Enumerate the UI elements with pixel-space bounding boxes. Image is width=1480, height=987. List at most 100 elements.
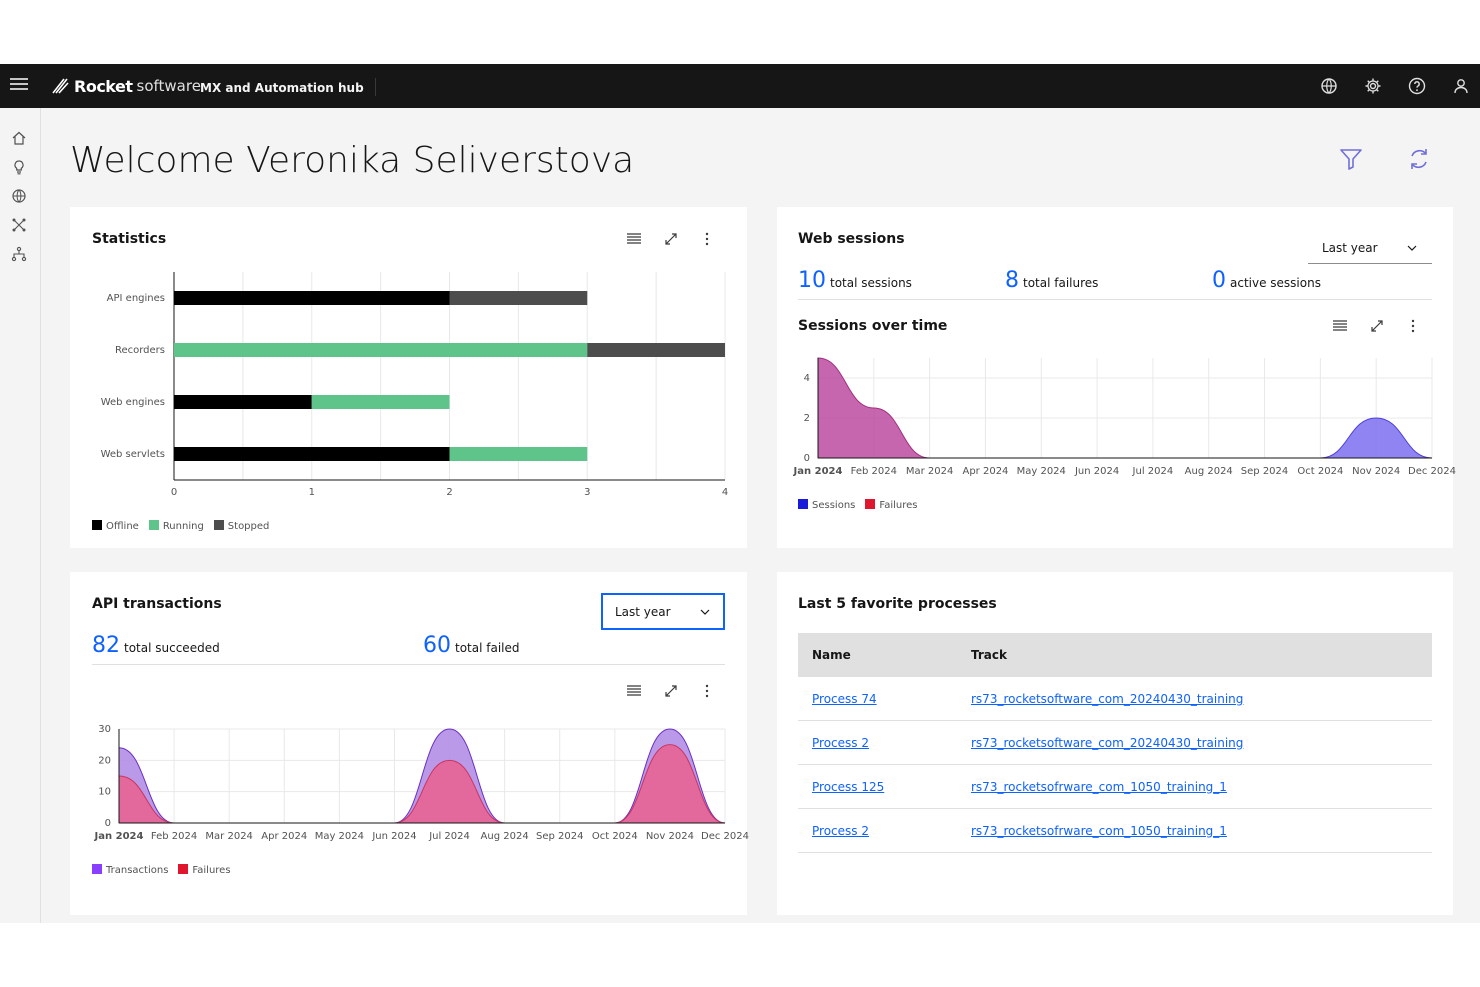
- header-divider: [375, 78, 376, 96]
- legend-swatch: [865, 499, 876, 509]
- x-tick-label: Jan 2024: [94, 831, 144, 842]
- table-view-icon[interactable]: [626, 231, 642, 247]
- table-row: Process 2 rs73_rocketsoftware_com_202404…: [798, 720, 1432, 765]
- stat-label: total sessions: [830, 276, 912, 290]
- bar-segment: [174, 291, 450, 305]
- stat-label: total failed: [455, 641, 520, 655]
- expand-icon[interactable]: [1369, 318, 1385, 334]
- stat-value: 0: [1212, 268, 1226, 293]
- user-icon[interactable]: [1452, 77, 1470, 95]
- globe-icon[interactable]: [1320, 77, 1338, 95]
- table-row: Process 2 rs73_rocketsofrware_com_1050_t…: [798, 808, 1432, 853]
- overflow-menu-icon[interactable]: [699, 231, 715, 247]
- bar-segment: [174, 395, 312, 409]
- legend-swatch: [92, 864, 102, 874]
- legend-item[interactable]: Sessions: [798, 499, 855, 511]
- overflow-menu-icon[interactable]: [699, 683, 715, 699]
- stat-value: 60: [423, 633, 451, 658]
- overflow-menu-icon[interactable]: [1405, 318, 1421, 334]
- table-view-icon[interactable]: [626, 683, 642, 699]
- expand-icon[interactable]: [663, 231, 679, 247]
- legend-label: Transactions: [106, 865, 169, 876]
- brand-name: Rocket: [74, 76, 133, 96]
- lightbulb-icon[interactable]: [11, 159, 27, 175]
- sessions-over-time-title: Sessions over time: [798, 318, 948, 334]
- legend-item[interactable]: Offline: [92, 520, 139, 532]
- filter-icon[interactable]: [1338, 146, 1364, 172]
- table-row: Process 125 rs73_rocketsofrware_com_1050…: [798, 764, 1432, 809]
- legend-label: Failures: [192, 865, 231, 876]
- column-header-track[interactable]: Track: [957, 633, 1432, 677]
- hierarchy-icon[interactable]: [11, 246, 27, 262]
- y-tick-label: Web servlets: [101, 449, 165, 460]
- x-tick-label: 1: [309, 487, 315, 498]
- x-tick-label: Mar 2024: [205, 831, 253, 842]
- y-tick-label: 0: [105, 818, 111, 829]
- help-icon[interactable]: [1408, 77, 1426, 95]
- x-tick-label: Jul 2024: [1132, 466, 1174, 477]
- y-tick-label: Web engines: [101, 397, 165, 408]
- y-tick-label: 20: [98, 755, 111, 766]
- track-link[interactable]: rs73_rocketsoftware_com_20240430_trainin…: [971, 692, 1243, 706]
- refresh-icon[interactable]: [1406, 146, 1432, 172]
- network-icon[interactable]: [11, 217, 27, 233]
- legend-item[interactable]: Failures: [178, 864, 231, 876]
- process-link[interactable]: Process 74: [812, 692, 877, 706]
- process-link[interactable]: Process 2: [812, 736, 869, 750]
- table-view-icon[interactable]: [1332, 318, 1348, 334]
- legend-item[interactable]: Running: [148, 520, 204, 532]
- y-tick-label: 0: [804, 453, 810, 464]
- web-sessions-period-dropdown[interactable]: Last year: [1308, 232, 1432, 264]
- expand-icon[interactable]: [663, 683, 679, 699]
- globe-nav-icon[interactable]: [11, 188, 27, 204]
- x-tick-label: May 2024: [1017, 466, 1066, 477]
- x-tick-label: Oct 2024: [1297, 466, 1343, 477]
- bar-segment: [587, 343, 725, 357]
- favorites-title: Last 5 favorite processes: [798, 596, 997, 612]
- x-tick-label: Apr 2024: [962, 466, 1008, 477]
- track-link[interactable]: rs73_rocketsoftware_com_20240430_trainin…: [971, 736, 1243, 750]
- bar-segment: [311, 395, 450, 409]
- sessions-legend: Sessions Failures: [798, 499, 918, 511]
- statistics-chart: 0 1 2 3 4 API engines Recorders Web engines Web …: [101, 272, 728, 498]
- api-period-dropdown[interactable]: Last year: [601, 593, 725, 630]
- legend-item[interactable]: Failures: [865, 499, 918, 511]
- column-header-name[interactable]: Name: [798, 633, 957, 677]
- legend-item[interactable]: Transactions: [92, 864, 168, 876]
- track-link[interactable]: rs73_rocketsofrware_com_1050_training_1: [971, 824, 1227, 838]
- x-tick-label: Feb 2024: [851, 466, 897, 477]
- legend-item[interactable]: Stopped: [213, 520, 270, 532]
- x-tick-label: Jun 2024: [371, 831, 416, 842]
- bar-segment: [449, 447, 588, 461]
- brand-suffix: software: [136, 77, 201, 95]
- home-icon[interactable]: [11, 130, 27, 146]
- web-sessions-title: Web sessions: [798, 231, 905, 247]
- hamburger-menu-icon[interactable]: [10, 78, 28, 94]
- brand-logo[interactable]: Rocket software: [50, 74, 201, 98]
- x-tick-label: Sep 2024: [536, 831, 583, 842]
- api-transactions-chart: Jan 2024 Feb 2024 Mar 2024 Apr 2024 May 2024…: [94, 724, 749, 842]
- stat-value: 82: [92, 633, 120, 658]
- y-tick-label: API engines: [107, 293, 165, 304]
- total-failures-stat: 8 total failures: [1005, 268, 1098, 293]
- chevron-down-icon: [700, 609, 710, 615]
- favorites-table: Name Track Process 74 rs73_rocketsoftwar…: [798, 633, 1432, 853]
- area-series: [817, 357, 1432, 459]
- process-link[interactable]: Process 2: [812, 824, 869, 838]
- process-link[interactable]: Process 125: [812, 780, 884, 794]
- track-link[interactable]: rs73_rocketsofrware_com_1050_training_1: [971, 780, 1227, 794]
- api-legend: Transactions Failures: [92, 864, 231, 876]
- bar-segment: [449, 291, 588, 305]
- app-name: MX and Automation hub: [200, 81, 364, 95]
- stat-value: 8: [1005, 268, 1019, 293]
- x-tick-label: Sep 2024: [1241, 466, 1288, 477]
- legend-label: Sessions: [812, 500, 856, 511]
- y-tick-label: 30: [98, 724, 111, 735]
- x-tick-label: 2: [446, 487, 452, 498]
- active-sessions-stat: 0 active sessions: [1212, 268, 1321, 293]
- legend-label: Stopped: [227, 521, 270, 532]
- settings-gear-icon[interactable]: [1364, 77, 1382, 95]
- x-tick-label: Nov 2024: [1352, 466, 1400, 477]
- divider: [798, 299, 1432, 300]
- x-tick-label: 3: [584, 487, 590, 498]
